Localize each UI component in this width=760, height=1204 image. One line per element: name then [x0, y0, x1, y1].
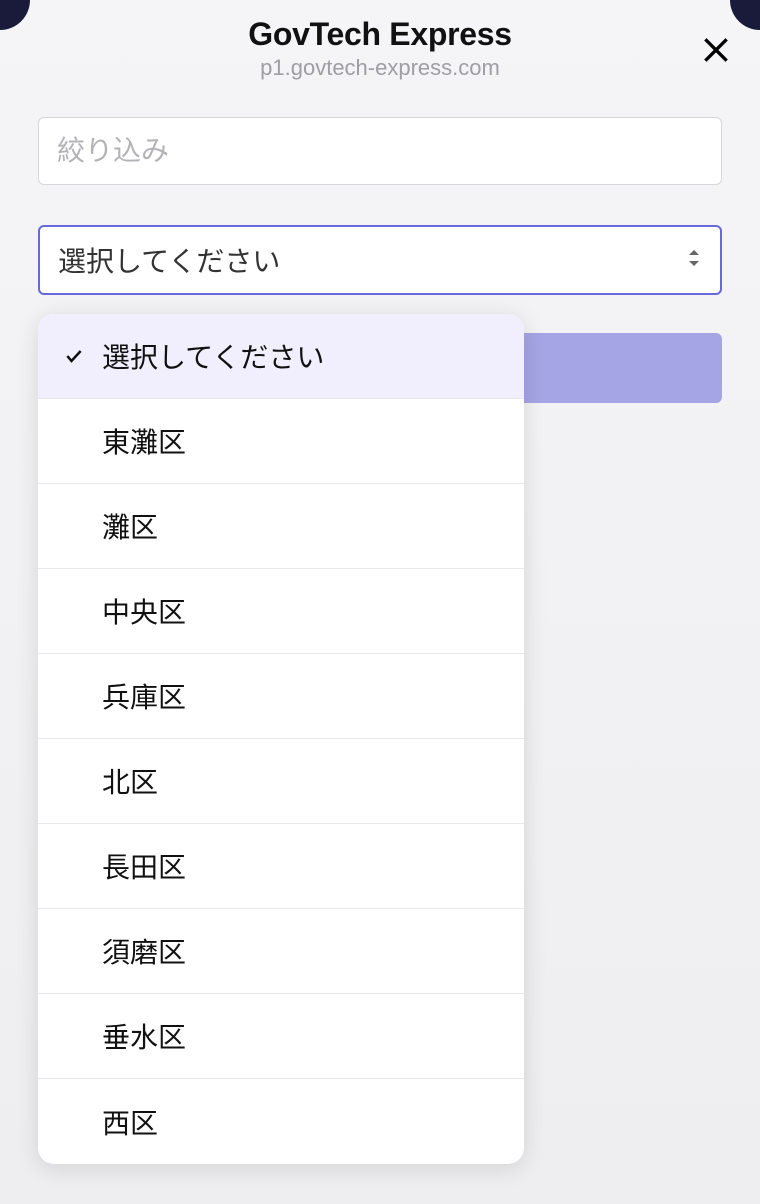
check-icon: [62, 344, 86, 368]
header: GovTech Express p1.govtech-express.com: [0, 0, 760, 81]
chevron-updown-icon: [686, 248, 702, 273]
dropdown-option[interactable]: 兵庫区: [38, 654, 524, 739]
dropdown-option-label: 北区: [102, 761, 158, 801]
close-button[interactable]: [694, 28, 738, 72]
select-placeholder: 選択してください: [58, 240, 280, 280]
dropdown-option-label: 長田区: [102, 846, 186, 886]
dropdown-option[interactable]: 西区: [38, 1079, 524, 1164]
dropdown-option-label: 兵庫区: [102, 676, 186, 716]
dropdown-option-label: 西区: [102, 1102, 158, 1142]
page-title: GovTech Express: [0, 16, 760, 53]
dropdown-option-label: 垂水区: [102, 1016, 186, 1056]
dropdown-option-label: 東灘区: [102, 421, 186, 461]
filter-input[interactable]: [38, 117, 722, 185]
dropdown-option[interactable]: 垂水区: [38, 994, 524, 1079]
dropdown-option-label: 須磨区: [102, 931, 186, 971]
page-subtitle: p1.govtech-express.com: [0, 55, 760, 81]
dropdown-option-label: 選択してください: [102, 336, 324, 376]
close-icon: [700, 34, 732, 66]
dropdown-option[interactable]: 長田区: [38, 824, 524, 909]
dropdown-option[interactable]: 選択してください: [38, 314, 524, 399]
dropdown-option[interactable]: 須磨区: [38, 909, 524, 994]
district-select[interactable]: 選択してください: [38, 225, 722, 295]
dropdown-option[interactable]: 北区: [38, 739, 524, 824]
dropdown-option-label: 灘区: [102, 506, 158, 546]
dropdown-option-label: 中央区: [102, 591, 186, 631]
dropdown-option[interactable]: 東灘区: [38, 399, 524, 484]
district-dropdown: 選択してください東灘区灘区中央区兵庫区北区長田区須磨区垂水区西区: [38, 314, 524, 1164]
dropdown-option[interactable]: 中央区: [38, 569, 524, 654]
dropdown-option[interactable]: 灘区: [38, 484, 524, 569]
